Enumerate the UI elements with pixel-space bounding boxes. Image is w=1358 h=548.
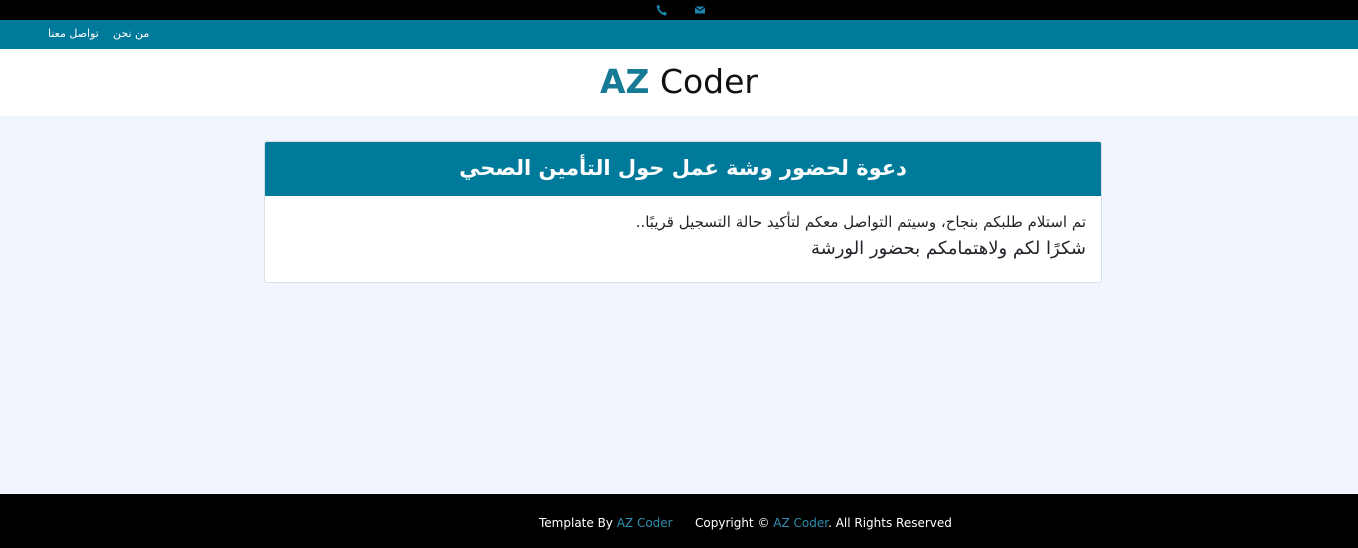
thank-you-message: شكرًا لكم ولاهتمامكم بحضور الورشة: [810, 238, 1086, 259]
brand-header: AZ Coder: [0, 49, 1358, 116]
phone-icon[interactable]: [654, 2, 670, 18]
footer-template-link[interactable]: AZ Coder: [617, 516, 673, 530]
mail-icon[interactable]: [692, 2, 708, 18]
top-contact-bar: [0, 0, 1358, 20]
confirmation-card: دعوة لحضور وشة عمل حول التأمين الصحي تم …: [264, 141, 1102, 283]
footer-copyright-prefix: Copyright ©: [695, 516, 774, 530]
brand-logo-rest: Coder: [659, 62, 759, 101]
confirmation-message: تم استلام طلبكم بنجاح، وسيتم التواصل معك…: [635, 213, 1086, 231]
footer-template-prefix: Template By: [539, 516, 617, 530]
brand-logo-az: AZ: [599, 62, 650, 101]
footer-copyright-link[interactable]: AZ Coder: [773, 516, 828, 530]
card-body: تم استلام طلبكم بنجاح، وسيتم التواصل معك…: [265, 196, 1101, 282]
navigation-bar: تواصل معنا من نحن: [0, 20, 1358, 49]
footer-template-credit: Template By AZ Coder: [539, 515, 673, 531]
nav-link-about[interactable]: من نحن: [113, 27, 149, 41]
footer-copyright: Copyright © AZ Coder. All Rights Reserve…: [695, 515, 952, 531]
card-title: دعوة لحضور وشة عمل حول التأمين الصحي: [459, 156, 907, 180]
card-header: دعوة لحضور وشة عمل حول التأمين الصحي: [265, 142, 1101, 196]
brand-logo[interactable]: AZ Coder: [0, 62, 1358, 102]
footer-copyright-suffix: . All Rights Reserved: [828, 516, 952, 530]
nav-link-contact[interactable]: تواصل معنا: [48, 27, 99, 41]
footer: Template By AZ Coder Copyright © AZ Code…: [0, 494, 1358, 548]
